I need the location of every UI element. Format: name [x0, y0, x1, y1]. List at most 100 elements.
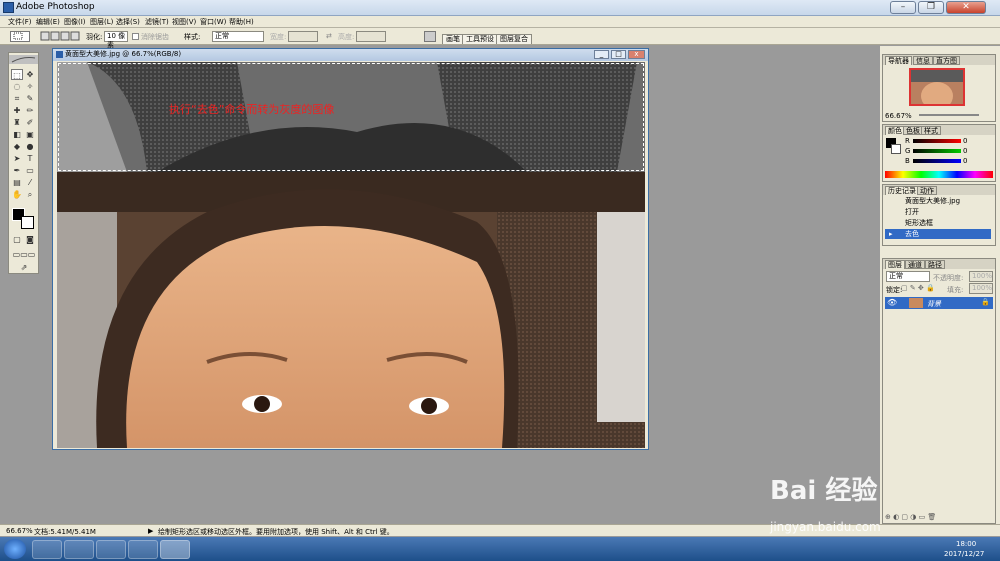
tab-layers[interactable]: 图层 [885, 260, 905, 269]
layer-name[interactable]: 背景 [927, 299, 941, 309]
taskbar-photoshop-icon[interactable] [160, 540, 190, 559]
gradient-tool-icon[interactable]: ▣ [24, 129, 36, 140]
tab-layer-comps[interactable]: 图层复合 [496, 34, 532, 44]
tab-styles[interactable]: 样式 [921, 126, 941, 135]
history-snapshot[interactable]: 黄面型大美修.jpg [885, 196, 991, 206]
lock-icons[interactable]: ▢ ✎ ✥ 🔒 [901, 284, 935, 292]
channel-r-slider[interactable] [913, 139, 961, 143]
tab-history[interactable]: 历史记录 [885, 186, 919, 195]
close-button[interactable]: ✕ [946, 1, 986, 14]
menu-select[interactable]: 选择(S) [116, 17, 140, 27]
taskbar-media-icon[interactable] [96, 540, 126, 559]
width-input[interactable] [288, 31, 318, 42]
menu-help[interactable]: 帮助(H) [229, 17, 254, 27]
fill-input[interactable]: 100% [969, 283, 993, 294]
channel-b-slider[interactable] [913, 159, 961, 163]
pen-tool-icon[interactable]: ✒ [11, 165, 23, 176]
history-item-open[interactable]: 打开 [885, 207, 991, 217]
visibility-eye-icon[interactable]: 👁 [887, 298, 897, 307]
channel-g-slider[interactable] [913, 149, 961, 153]
start-button[interactable] [4, 539, 26, 559]
doc-close-button[interactable]: x [628, 50, 645, 59]
swap-icon[interactable]: ⇄ [326, 32, 332, 40]
tab-histogram[interactable]: 直方图 [933, 56, 960, 65]
eraser-tool-icon[interactable]: ◧ [11, 129, 23, 140]
healing-tool-icon[interactable]: ✚ [11, 105, 23, 116]
menu-window[interactable]: 窗口(W) [200, 17, 226, 27]
minimize-button[interactable]: – [890, 1, 916, 14]
stamp-tool-icon[interactable]: ♜ [11, 117, 23, 128]
menu-edit[interactable]: 编辑(E) [36, 17, 60, 27]
tab-channels[interactable]: 通道 [905, 260, 925, 269]
palette-well-icon[interactable] [424, 31, 436, 42]
brush-tool-icon[interactable]: ✏ [24, 105, 36, 116]
antialias-checkbox[interactable] [132, 33, 139, 40]
history-brush-tool-icon[interactable]: ✐ [24, 117, 36, 128]
status-zoom[interactable]: 66.67% [6, 527, 33, 535]
crop-tool-icon[interactable]: ⌗ [11, 93, 23, 104]
tab-actions[interactable]: 动作 [917, 186, 937, 195]
tab-swatches[interactable]: 色板 [903, 126, 923, 135]
hand-tool-icon[interactable]: ✋ [11, 189, 23, 200]
menu-image[interactable]: 图像(I) [64, 17, 86, 27]
tab-paths[interactable]: 路径 [925, 260, 945, 269]
color-ramp[interactable] [885, 171, 993, 178]
tab-tool-presets[interactable]: 工具预设 [462, 34, 498, 44]
marquee-tool-icon[interactable]: ⬚ [11, 69, 23, 80]
tab-info[interactable]: 信息 [913, 56, 933, 65]
status-doc-size[interactable]: 文档:5.41M/5.41M [34, 527, 96, 537]
color-bg-swatch[interactable] [891, 144, 901, 154]
quickmask-mode-icon[interactable]: ◙ [24, 234, 36, 245]
menu-layer[interactable]: 图层(L) [90, 17, 113, 27]
slice-tool-icon[interactable]: ✎ [24, 93, 36, 104]
lasso-tool-icon[interactable]: ◌ [11, 81, 23, 92]
menu-file[interactable]: 文件(F) [8, 17, 32, 27]
selection-mode-icons[interactable] [40, 31, 80, 42]
tray-date[interactable]: 2017/12/27 [944, 550, 984, 558]
blend-mode-select[interactable]: 正常 [886, 271, 930, 282]
image-canvas[interactable]: 执行“去色”命令而转为灰度的图像 [57, 62, 645, 448]
menu-view[interactable]: 视图(V) [172, 17, 196, 27]
jump-to-imageready-icon[interactable]: ⇗ [11, 262, 37, 273]
type-tool-icon[interactable]: T [24, 153, 36, 164]
path-select-tool-icon[interactable]: ➤ [11, 153, 23, 164]
taskbar-ie-icon[interactable] [32, 540, 62, 559]
tool-preset-picker[interactable] [10, 31, 30, 42]
status-arrow-icon[interactable]: ▶ [148, 527, 153, 535]
menu-filter[interactable]: 滤镜(T) [145, 17, 169, 27]
opacity-input[interactable]: 100% [969, 271, 993, 282]
blur-tool-icon[interactable]: ◆ [11, 141, 23, 152]
dodge-tool-icon[interactable]: ● [24, 141, 36, 152]
document-title[interactable]: 黄面型大美修.jpg @ 66.7%(RGB/8) [53, 49, 648, 61]
doc-maximize-button[interactable]: □ [611, 50, 626, 59]
tab-brushes[interactable]: 画笔 [442, 34, 464, 44]
channel-r-value[interactable]: 0 [963, 137, 967, 145]
move-tool-icon[interactable]: ✥ [24, 69, 36, 80]
maximize-button[interactable]: ❐ [918, 1, 944, 14]
height-input[interactable] [356, 31, 386, 42]
tab-color[interactable]: 颜色 [885, 126, 905, 135]
channel-g-value[interactable]: 0 [963, 147, 967, 155]
tab-navigator[interactable]: 导航器 [885, 56, 912, 65]
channel-b-value[interactable]: 0 [963, 157, 967, 165]
history-item-marquee[interactable]: 矩形选框 [885, 218, 991, 228]
standard-mode-icon[interactable]: ▢ [11, 234, 23, 245]
taskbar-sogou-icon[interactable] [128, 540, 158, 559]
screen-mode-icons[interactable]: ▭▭▭ [11, 249, 37, 260]
style-select[interactable]: 正常 [212, 31, 264, 42]
document-window[interactable]: 黄面型大美修.jpg @ 66.7%(RGB/8) _ □ x 执行“去色”命令… [52, 48, 649, 450]
magic-wand-tool-icon[interactable]: ✧ [24, 81, 36, 92]
shape-tool-icon[interactable]: ▭ [24, 165, 36, 176]
notes-tool-icon[interactable]: ▤ [11, 177, 23, 188]
history-item-desaturate[interactable]: 去色 [885, 229, 991, 239]
feather-input[interactable]: 10 像素 [104, 31, 128, 49]
tray-time[interactable]: 18:00 [956, 540, 976, 548]
doc-minimize-button[interactable]: _ [594, 50, 609, 59]
navigator-zoom[interactable]: 66.67% [885, 112, 912, 120]
zoom-tool-icon[interactable]: ⌕ [24, 189, 36, 200]
taskbar-folder-icon[interactable] [64, 540, 94, 559]
eyedropper-tool-icon[interactable]: ⁄ [24, 177, 36, 188]
navigator-thumbnail[interactable] [909, 68, 965, 110]
zoom-slider[interactable] [919, 114, 979, 116]
background-color-swatch[interactable] [21, 216, 34, 229]
